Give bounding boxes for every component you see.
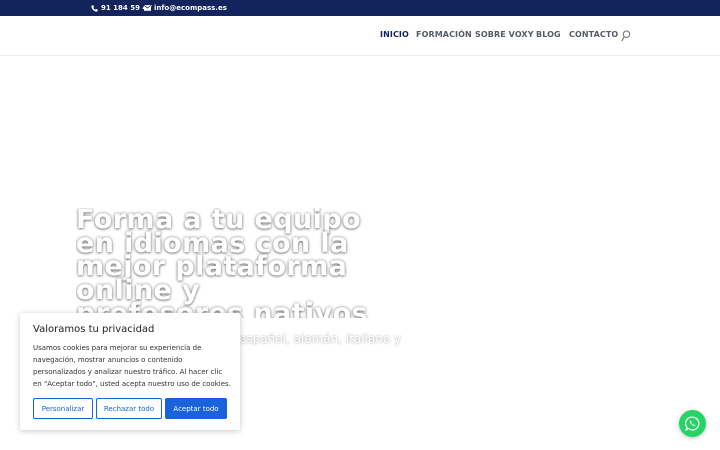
- cookie-description: Usamos cookies para mejorar su experienc…: [33, 344, 231, 388]
- email-contact[interactable]: info@ecompass.es: [144, 3, 227, 13]
- reject-all-button[interactable]: Rechazar todo: [96, 398, 162, 419]
- nav-item-blog[interactable]: BLOG: [536, 30, 561, 39]
- email-address: info@ecompass.es: [154, 4, 227, 12]
- cookie-consent-banner: Valoramos tu privacidad Usamos cookies p…: [20, 313, 240, 430]
- hero-title: Forma a tu equipo en idiomas con la mejo…: [76, 208, 368, 318]
- whatsapp-button[interactable]: [679, 410, 706, 437]
- phone-contact[interactable]: 91 184 59 47: [91, 3, 152, 13]
- nav-item-formacion[interactable]: FORMACIÓN: [416, 30, 472, 39]
- cookie-title: Valoramos tu privacidad: [33, 324, 155, 335]
- site-header: INICIO FORMACIÓN SOBRE VOXY BLOG CONTACT…: [0, 16, 720, 56]
- search-icon[interactable]: [621, 30, 631, 42]
- nav-item-sobre-voxy[interactable]: SOBRE VOXY: [475, 30, 534, 39]
- envelope-icon: [144, 5, 151, 11]
- whatsapp-icon: [685, 416, 700, 431]
- phone-icon: [91, 4, 98, 12]
- hero-subtitle-text: español, alemán, italiano y: [239, 332, 402, 346]
- customize-button[interactable]: Personalizar: [33, 398, 93, 419]
- nav-item-inicio[interactable]: INICIO: [380, 30, 409, 39]
- nav-item-contacto[interactable]: CONTACTO: [569, 30, 618, 39]
- top-bar: 91 184 59 47 info@ecompass.es: [0, 0, 720, 16]
- accept-all-button[interactable]: Aceptar todo: [165, 398, 227, 419]
